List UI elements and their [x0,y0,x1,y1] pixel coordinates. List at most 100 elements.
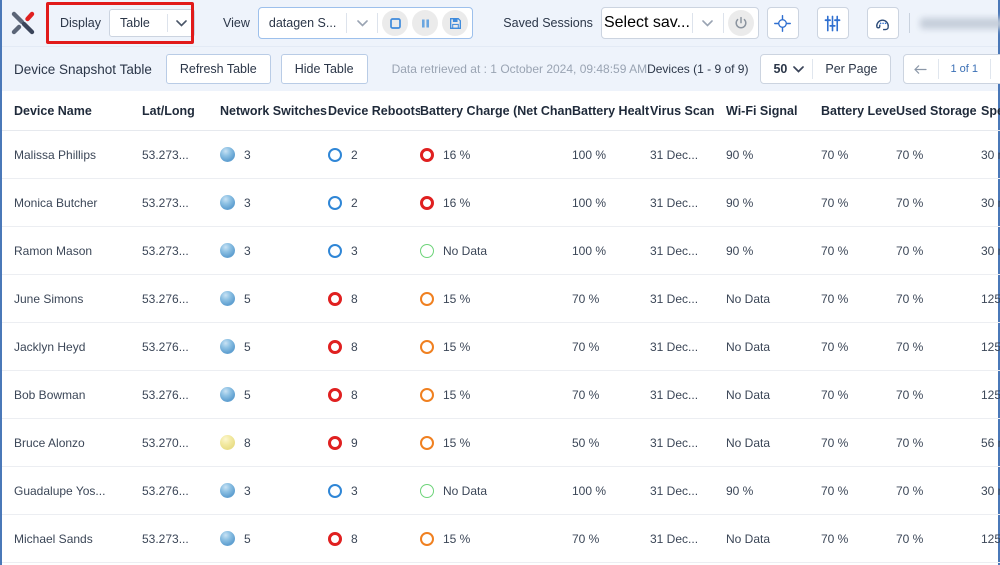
prev-page-button[interactable] [904,55,938,83]
table-row[interactable]: Bob Bowman 53.276... 5 8 15 % 70 % 31 Dec... No… [2,370,1000,419]
support-headset-button[interactable] [866,7,899,39]
view-controls: datagen S... [257,7,474,39]
power-button[interactable] [727,10,754,36]
per-page-chevron-down-icon[interactable] [793,65,812,73]
cell-device-name: Guadalupe Yos... [2,466,142,515]
cell-battery-charge: 15 % [420,274,572,323]
cell-speed: 30 m [981,466,1000,515]
table-row[interactable]: Monica Butcher 53.273... 3 2 16 % 100 % 31 Dec… [2,178,1000,227]
col-used-storage[interactable]: Used Storage [896,91,981,131]
saved-sessions-group: Saved Sessions Select sav... [495,7,899,39]
locate-target-button[interactable] [766,7,799,39]
cell-wifi-signal: 90 % [726,178,821,227]
hide-table-button[interactable]: Hide Table [280,54,368,84]
cell-device-reboots: 8 [328,322,420,371]
cell-speed: 30 m [981,130,1000,179]
status-ring-icon [420,483,434,498]
table-body: Malissa Phillips 53.273... 3 2 16 % 100 % 31 D… [2,130,1000,563]
status-ring-icon [328,195,342,210]
logo-x-icon [11,11,35,35]
cell-battery-health: 70 % [572,322,650,371]
saved-sessions-label: Saved Sessions [503,16,593,30]
table-row[interactable]: June Simons 53.276... 5 8 15 % 70 % 31 Dec... N… [2,274,1000,323]
cell-device-name: Jacklyn Heyd [2,322,142,371]
cell-network-switches-value: 5 [244,291,251,306]
cell-wifi-signal: 90 % [726,226,821,275]
cell-device-reboots-value: 8 [351,387,358,402]
save-session-button[interactable] [442,10,469,36]
cell-battery-level: 70 % [821,466,896,515]
cell-battery-health: 70 % [572,514,650,563]
cell-used-storage: 70 % [896,418,981,467]
cell-battery-level: 70 % [821,130,896,179]
cell-used-storage: 70 % [896,274,981,323]
col-battery-level[interactable]: Battery Level [821,91,896,131]
display-select[interactable]: Table [109,9,195,37]
saved-sessions-controls: Select sav... [600,7,759,39]
cell-battery-charge-value: 16 % [443,195,471,210]
cell-network-switches: 5 [220,514,328,563]
status-ring-icon [328,483,342,498]
user-area[interactable] [908,13,1000,33]
saved-sessions-placeholder: Select sav... [603,14,690,31]
status-ring-icon [328,291,342,306]
table-row[interactable]: Jacklyn Heyd 53.276... 5 8 15 % 70 % 31 Dec...… [2,322,1000,371]
cell-network-switches-value: 3 [244,147,251,162]
status-ring-icon [328,243,342,258]
refresh-table-button[interactable]: Refresh Table [165,54,271,84]
user-name-redacted [919,17,1000,29]
view-select[interactable]: datagen S... [261,9,344,37]
cell-device-reboots-value: 2 [351,195,358,210]
saved-sessions-select[interactable]: Select sav... [604,14,690,32]
cell-device-name: Michael Sands [2,514,142,563]
col-speed[interactable]: Speed [981,91,1000,131]
display-group: Display Table [52,9,195,37]
col-device-reboots[interactable]: Device Reboots [328,91,420,131]
table-row[interactable]: Malissa Phillips 53.273... 3 2 16 % 100 % 31 D… [2,130,1000,179]
saved-sessions-chevron-down-icon[interactable] [695,19,721,27]
cell-battery-charge-value: 15 % [443,435,471,450]
cell-network-switches-value: 5 [244,339,251,354]
settings-sliders-button[interactable] [816,7,849,39]
col-device-name[interactable]: Device Name [2,91,142,131]
cell-virus-scan: 31 Dec... [650,370,726,419]
table-row[interactable]: Guadalupe Yos... 53.276... 3 3 No Data 100 % 3… [2,466,1000,515]
cell-device-reboots: 3 [328,466,420,515]
cell-device-reboots: 2 [328,130,420,179]
cell-battery-charge: 16 % [420,130,572,179]
status-sphere-icon [220,147,235,162]
table-row[interactable]: Bruce Alonzo 53.270... 8 9 15 % 50 % 31 Dec...… [2,418,1000,467]
cell-wifi-signal: No Data [726,418,821,467]
pause-button[interactable] [412,10,439,36]
table-row[interactable]: Michael Sands 53.273... 5 8 15 % 70 % 31 Dec..… [2,514,1000,563]
crosshair-target-icon [774,14,792,32]
table-row[interactable]: Ramon Mason 53.273... 3 3 No Data 100 % 31 Dec… [2,226,1000,275]
cell-battery-charge: No Data [420,466,572,515]
col-virus-scan[interactable]: Virus Scan [650,91,726,131]
app-logo[interactable] [2,0,44,46]
cell-battery-charge: 15 % [420,322,572,371]
cell-battery-level: 70 % [821,514,896,563]
per-page-group: 50 Per Page [760,54,891,84]
col-battery-health[interactable]: Battery Health [572,91,650,131]
cell-used-storage: 70 % [896,370,981,419]
col-wifi-signal[interactable]: Wi-Fi Signal [726,91,821,131]
cell-virus-scan: 31 Dec... [650,274,726,323]
per-page-select-value[interactable]: 50 [761,62,793,76]
cell-used-storage: 70 % [896,466,981,515]
cell-used-storage: 70 % [896,514,981,563]
chevron-down-icon[interactable] [168,19,194,27]
col-lat-long[interactable]: Lat/Long [142,91,220,131]
col-network-switches[interactable]: Network Switches [220,91,328,131]
view-chevron-down-icon[interactable] [349,19,375,27]
cell-battery-health: 100 % [572,226,650,275]
table-header: Device Name Lat/Long Network Switches De… [2,91,1000,131]
cell-used-storage: 70 % [896,130,981,179]
cell-battery-health: 100 % [572,466,650,515]
col-battery-charge-net-change[interactable]: Battery Charge (Net Change) [420,91,572,131]
cell-network-switches: 3 [220,466,328,515]
stop-button[interactable] [382,10,409,36]
next-page-button[interactable] [991,55,1000,83]
cell-virus-scan: 31 Dec... [650,130,726,179]
status-ring-icon [328,531,342,546]
